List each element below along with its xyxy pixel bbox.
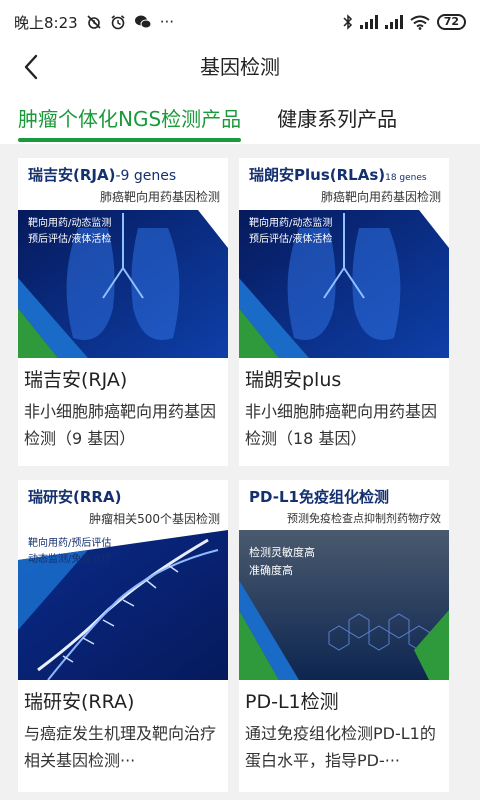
wifi-icon bbox=[410, 15, 430, 30]
image-tag: 预后评估/液体活检 bbox=[249, 234, 333, 245]
category-tabs: 肿瘤个体化NGS检测产品 健康系列产品 bbox=[0, 90, 480, 144]
product-image: 瑞研安(RRA) 肿瘤相关500个基因检测 靶向用药/预后评估 动态监测/免疫治… bbox=[18, 480, 228, 680]
product-image: 瑞朗安Plus(RLAs)18 genes 肺癌靶向用药基因检测 靶向用药/动态… bbox=[239, 158, 449, 358]
product-name: 瑞研安(RRA) bbox=[24, 691, 135, 713]
image-tag: 预后评估/液体活检 bbox=[28, 234, 112, 245]
alarm-off-icon bbox=[86, 14, 102, 30]
clock-icon bbox=[110, 14, 126, 30]
product-card-rja[interactable]: 瑞吉安(RJA)-9 genes 肺癌靶向用药基因检测 靶向用药/动态监测 预后… bbox=[18, 158, 228, 466]
product-description: 非小细胞肺癌靶向用药基因检测（18 基因） bbox=[245, 402, 438, 448]
signal-icon bbox=[359, 15, 378, 29]
image-tag: 靶向用药/动态监测 bbox=[28, 218, 112, 229]
tab-ngs-products[interactable]: 肿瘤个体化NGS检测产品 bbox=[18, 90, 242, 144]
product-name: 瑞吉安(RJA) bbox=[24, 369, 128, 391]
product-card-rlas[interactable]: 瑞朗安Plus(RLAs)18 genes 肺癌靶向用药基因检测 靶向用药/动态… bbox=[239, 158, 449, 466]
status-time: 晚上8:23 bbox=[14, 13, 78, 32]
product-image: PD-L1免疫组化检测 预测免疫检查点抑制剂药物疗效 检测灵敏度高 准确度高 bbox=[239, 480, 449, 680]
signal-icon bbox=[384, 15, 403, 29]
image-subtitle: 肺癌靶向用药基因检测 bbox=[320, 190, 441, 204]
product-description: 通过免疫组化检测PD-L1的蛋白水平，指导PD-··· bbox=[245, 724, 436, 770]
image-subtitle: 肿瘤相关500个基因检测 bbox=[89, 512, 220, 526]
image-tag: 靶向用药/预后评估 bbox=[28, 538, 112, 549]
title-bar: 基因检测 bbox=[0, 44, 480, 90]
product-card-pdl1[interactable]: PD-L1免疫组化检测 预测免疫检查点抑制剂药物疗效 检测灵敏度高 准确度高 P… bbox=[239, 480, 449, 792]
product-card-rra[interactable]: 瑞研安(RRA) 肿瘤相关500个基因检测 靶向用药/预后评估 动态监测/免疫治… bbox=[18, 480, 228, 792]
status-bar: 晚上8:23 ··· 72 bbox=[0, 0, 480, 44]
image-title: 瑞吉安(RJA)-9 genes bbox=[28, 166, 177, 184]
tab-health-products[interactable]: 健康系列产品 bbox=[277, 90, 397, 144]
image-tag: 靶向用药/动态监测 bbox=[249, 218, 333, 229]
product-name: 瑞朗安plus bbox=[245, 369, 342, 391]
product-grid: 瑞吉安(RJA)-9 genes 肺癌靶向用药基因检测 靶向用药/动态监测 预后… bbox=[0, 144, 480, 800]
status-more: ··· bbox=[159, 13, 174, 31]
battery-icon: 72 bbox=[436, 14, 466, 30]
wechat-icon bbox=[134, 14, 152, 30]
page-title: 基因检测 bbox=[200, 55, 280, 79]
image-title: 瑞研安(RRA) bbox=[28, 488, 122, 506]
bluetooth-icon bbox=[343, 14, 353, 30]
product-description: 与癌症发生机理及靶向治疗相关基因检测··· bbox=[24, 724, 217, 770]
image-tag: 检测灵敏度高 bbox=[249, 546, 315, 559]
product-description: 非小细胞肺癌靶向用药基因检测（9 基因） bbox=[24, 402, 217, 448]
image-title: 瑞朗安Plus(RLAs)18 genes bbox=[249, 166, 427, 184]
image-tag: 动态监测/免疫治疗 bbox=[28, 554, 112, 565]
product-image: 瑞吉安(RJA)-9 genes 肺癌靶向用药基因检测 靶向用药/动态监测 预后… bbox=[18, 158, 228, 358]
image-subtitle: 肺癌靶向用药基因检测 bbox=[99, 190, 220, 204]
product-name: PD-L1检测 bbox=[245, 691, 339, 713]
image-title: PD-L1免疫组化检测 bbox=[249, 488, 389, 506]
image-subtitle: 预测免疫检查点抑制剂药物疗效 bbox=[287, 512, 441, 525]
image-tag: 准确度高 bbox=[249, 564, 293, 577]
